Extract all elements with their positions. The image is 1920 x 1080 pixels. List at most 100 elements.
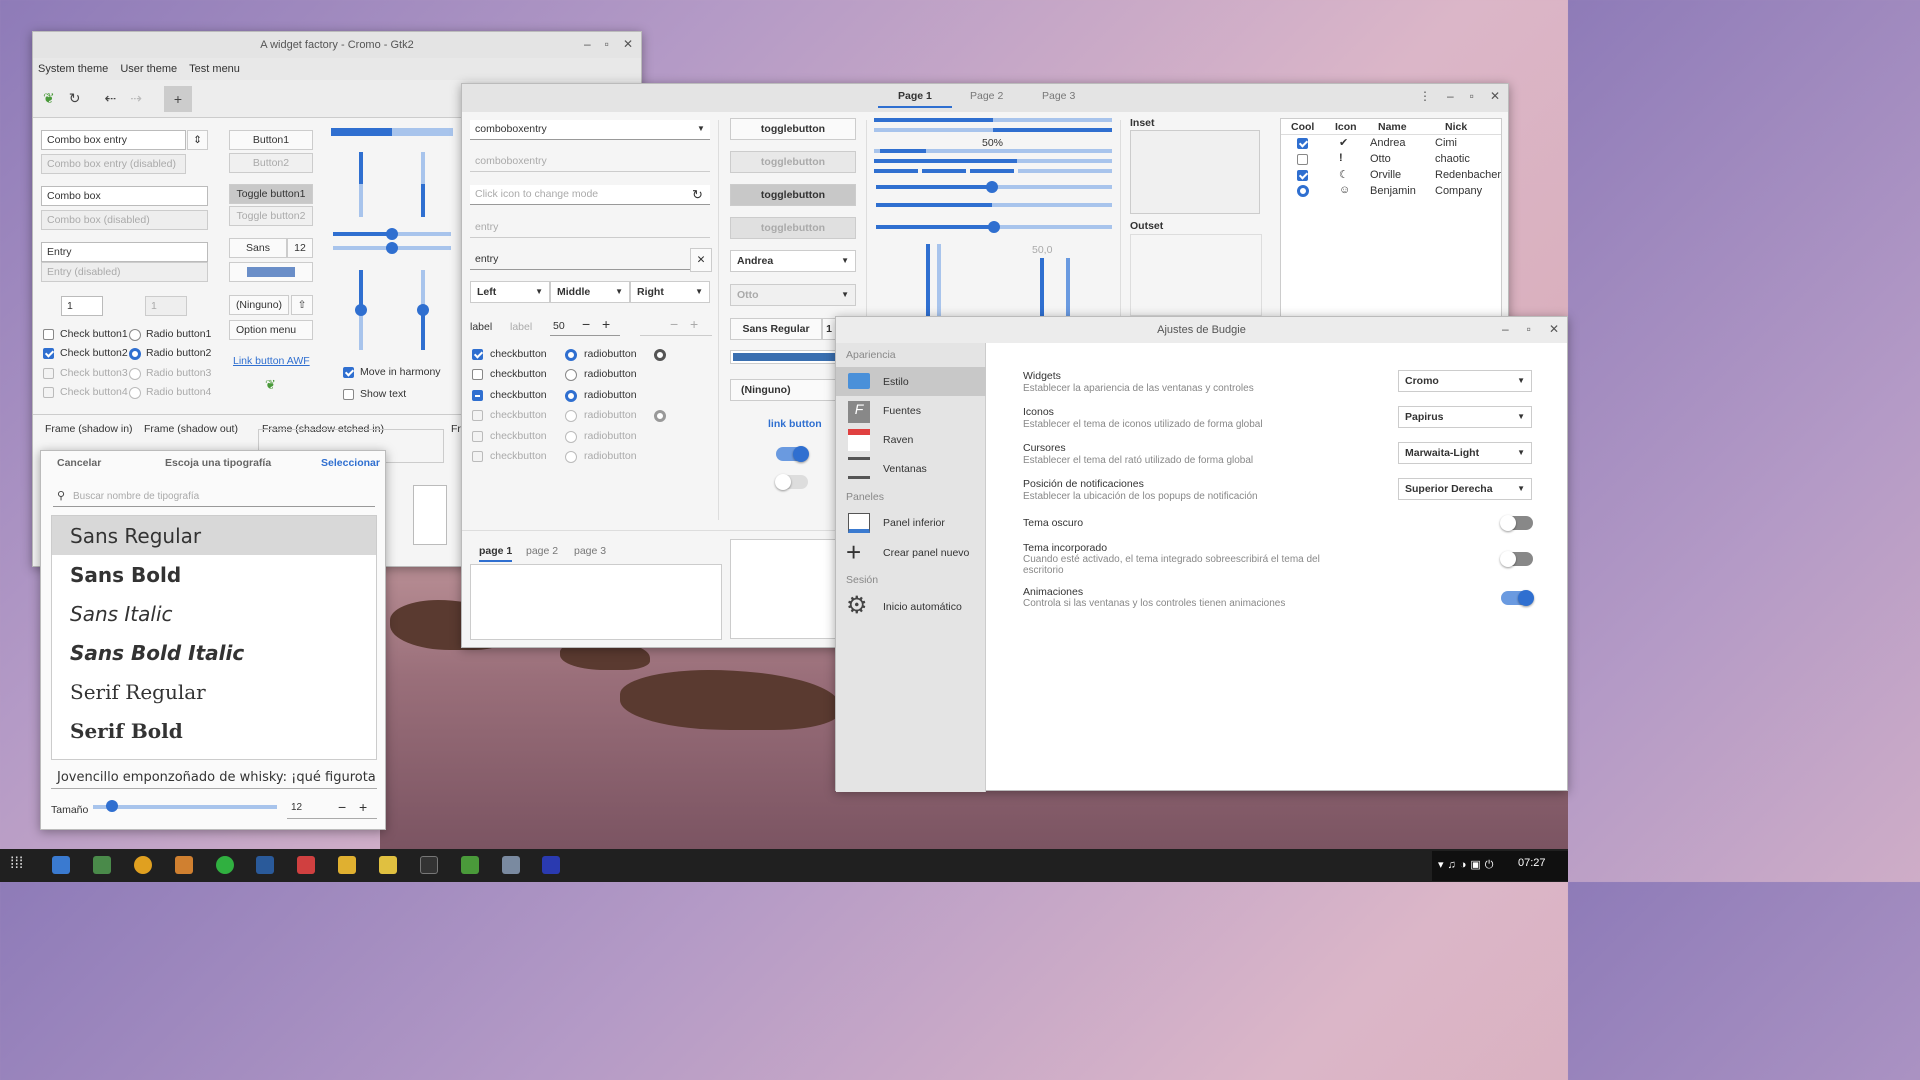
add-icon[interactable]: + (163, 85, 192, 112)
combo-box[interactable]: Combo box (41, 186, 208, 206)
checkbutton-mixed[interactable] (472, 390, 483, 401)
icon-entry[interactable]: Click icon to change mode (470, 185, 710, 205)
button-1[interactable]: Button1 (229, 130, 313, 150)
radio-button-1[interactable] (129, 329, 141, 341)
radiobutton[interactable] (565, 369, 577, 381)
budgie-settings-icon[interactable] (542, 856, 560, 874)
entry[interactable]: Entry (41, 242, 208, 262)
comboboxentry[interactable]: comboboxentry (470, 120, 710, 140)
font-row-sans-bold-italic[interactable]: Sans Bold Italic (52, 633, 376, 672)
upload-icon[interactable]: ⇧ (291, 295, 313, 315)
menu-test[interactable]: Test menu (189, 63, 240, 75)
chrome-icon[interactable] (134, 856, 152, 874)
togglebutton[interactable]: togglebutton (730, 118, 856, 140)
app-menu-icon[interactable]: ⁞⁞⁞ (10, 855, 23, 873)
maximize-icon[interactable]: ▫ (605, 37, 609, 51)
font-row-sans-bold[interactable]: Sans Bold (52, 555, 376, 594)
plus-icon[interactable]: + (602, 316, 610, 332)
color-button[interactable] (730, 350, 838, 364)
minus-icon[interactable]: − (338, 799, 346, 815)
sidebar-item-ventanas[interactable]: Ventanas (883, 463, 927, 475)
switch-on[interactable] (776, 446, 809, 462)
radio-no-label[interactable] (654, 349, 666, 361)
font-row-sans-regular[interactable]: Sans Regular (52, 516, 376, 555)
cool-check[interactable] (1297, 170, 1308, 181)
clear-icon[interactable]: ✕ (690, 248, 712, 272)
tree-row[interactable]: ☺ Benjamin Company (1281, 183, 1501, 199)
animaciones-switch[interactable] (1501, 590, 1534, 606)
tab-page3[interactable]: Page 3 (1042, 90, 1075, 102)
tray-icons[interactable]: ▾♫◑▣⏻ (1438, 858, 1498, 872)
tree-row[interactable]: ✔ Andrea Cimi (1281, 135, 1501, 151)
tema-incorporado-switch[interactable] (1500, 551, 1533, 567)
cursores-dropdown[interactable]: Marwaita-Light (1398, 442, 1532, 464)
link-button[interactable]: link button (768, 418, 822, 430)
font-size[interactable]: 12 (287, 238, 313, 258)
notebook-tab-page2[interactable]: page 2 (526, 545, 558, 557)
menu-system-theme[interactable]: System theme (38, 63, 108, 75)
tema-oscuro-switch[interactable] (1500, 515, 1533, 531)
tab-page2[interactable]: Page 2 (970, 90, 1003, 102)
menu-user-theme[interactable]: User theme (120, 63, 177, 75)
leaf-icon[interactable]: ❦ (43, 90, 55, 107)
font-row-serif-bold[interactable]: Serif Bold (52, 711, 376, 750)
left-combo[interactable]: Left (470, 281, 550, 303)
column-cool[interactable]: Cool (1291, 121, 1314, 133)
spotify-icon[interactable] (216, 856, 234, 874)
font-row-serif-regular[interactable]: Serif Regular (52, 672, 376, 711)
font-search-input[interactable]: ⚲ Buscar nombre de tipografía (53, 487, 375, 507)
close-icon[interactable]: ✕ (623, 37, 633, 51)
spin-button[interactable]: 50 − + (550, 316, 620, 336)
back-icon[interactable]: ⇠ (104, 90, 116, 107)
size-slider-knob[interactable] (106, 800, 118, 812)
sidebar-item-inicio-automatico[interactable]: Inicio automático (883, 601, 962, 613)
vscale-fill[interactable] (1040, 258, 1044, 316)
font-row-sans-italic[interactable]: Sans Italic (52, 594, 376, 633)
column-name[interactable]: Name (1378, 121, 1407, 133)
notificaciones-dropdown[interactable]: Superior Derecha (1398, 478, 1532, 500)
option-menu[interactable]: Option menu (229, 320, 313, 340)
tree-row[interactable]: ☾ Orville Redenbacher (1281, 167, 1501, 183)
cancel-button[interactable]: Cancelar (57, 457, 101, 469)
spin-button[interactable]: 1 (61, 296, 103, 316)
link-button[interactable]: Link button AWF (233, 355, 310, 367)
size-slider[interactable] (93, 805, 277, 809)
remote-icon[interactable] (256, 856, 274, 874)
font-preview-entry[interactable]: Jovencillo emponzoñado de whisky: ¡qué f… (51, 767, 377, 789)
vscale-fill[interactable] (926, 244, 930, 316)
column-nick[interactable]: Nick (1445, 121, 1467, 133)
entry[interactable]: entry (470, 250, 690, 270)
checkbutton-unchecked[interactable] (472, 369, 483, 380)
middle-combo[interactable]: Middle (550, 281, 630, 303)
scale-knob[interactable] (986, 181, 998, 193)
font-button[interactable]: Sans (229, 238, 287, 258)
maximize-icon[interactable]: ▫ (1527, 322, 1531, 336)
close-icon[interactable]: ✕ (1490, 89, 1500, 103)
minimize-icon[interactable]: – (1502, 322, 1509, 336)
close-icon[interactable]: ✕ (1549, 322, 1559, 336)
calendar-icon[interactable] (297, 856, 315, 874)
show-text-check[interactable] (343, 389, 354, 400)
font-button[interactable]: Sans Regular (730, 318, 822, 340)
radiobutton-mixed[interactable] (565, 390, 577, 402)
notebook-tab-page3[interactable]: page 3 (574, 545, 606, 557)
andrea-combo[interactable]: Andrea (730, 250, 856, 272)
scale-knob[interactable] (988, 221, 1000, 233)
hscale-knob[interactable] (386, 242, 398, 254)
combo-entry-spin-icon[interactable]: ⇕ (187, 130, 208, 150)
minimize-icon[interactable]: – (584, 37, 591, 51)
combo-box-entry[interactable]: Combo box entry (41, 130, 186, 150)
chevron-down-icon[interactable]: ▼ (697, 124, 705, 133)
cool-check[interactable] (1297, 154, 1308, 165)
gtk2-titlebar[interactable]: A widget factory - Cromo - Gtk2 – ▫ ✕ (33, 32, 641, 58)
vscale[interactable] (1066, 258, 1070, 316)
notebook-tab-page1[interactable]: page 1 (479, 545, 513, 562)
screenshot-icon[interactable] (502, 856, 520, 874)
check-button-1[interactable] (43, 329, 54, 340)
cool-check[interactable] (1297, 138, 1308, 149)
cool-radio[interactable] (1297, 185, 1309, 197)
files-icon[interactable] (52, 856, 70, 874)
radiobutton-selected[interactable] (565, 349, 577, 361)
downloads-icon[interactable] (93, 856, 111, 874)
refresh-icon[interactable]: ↻ (692, 187, 703, 203)
